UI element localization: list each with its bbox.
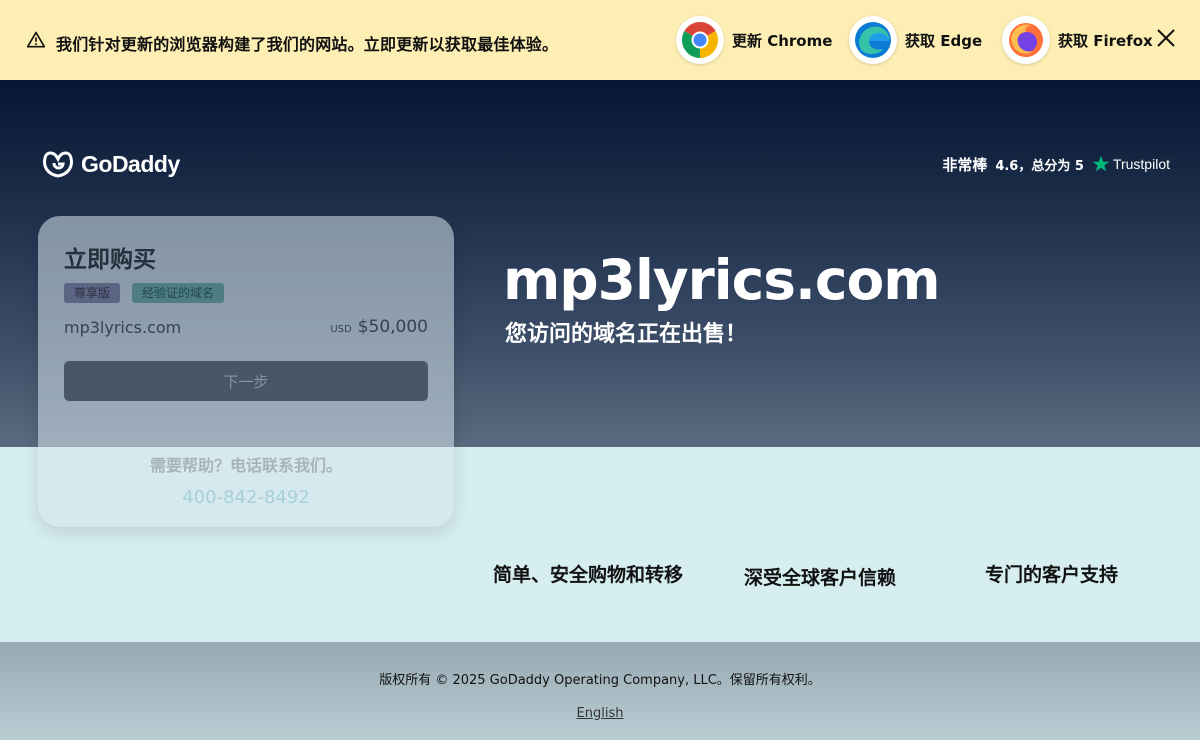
copyright-text: 版权所有 © 2025 GoDaddy Operating Company, L… [379,673,821,688]
banner-message: 我们针对更新的浏览器构建了我们的网站。立即更新以获取最佳体验。 [56,35,559,54]
domain-for-sale-subtitle: 您访问的域名正在出售！ [505,322,748,347]
close-icon[interactable] [1156,28,1176,48]
rating-score: 4.6，总分为 5 [995,158,1084,174]
card-price: USD $50,000 [330,317,428,337]
feature-secure-purchase: 简单、安全购物和转移 [493,564,684,586]
logo-text: GoDaddy [81,150,180,177]
rating-word: 非常棒 [942,155,988,174]
godaddy-logo-icon [43,151,73,178]
edge-icon [849,16,897,64]
trustpilot-star-icon [1092,155,1110,172]
domain-title: mp3lyrics.com [503,248,941,312]
firefox-icon [1002,16,1050,64]
trustpilot-rating[interactable]: 非常棒 4.6，总分为 5 Trustpilot [942,152,1170,176]
premium-badge: 尊享版 [64,283,121,303]
phone-number-link[interactable]: 400-842-8492 [38,487,454,508]
godaddy-logo[interactable]: GoDaddy [41,149,180,179]
card-domain-name: mp3lyrics.com [64,318,182,337]
next-step-button[interactable]: 下一步 [64,361,428,401]
update-chrome-label: 更新 Chrome [732,31,833,50]
verified-domain-badge: 经验证的域名 [132,283,225,303]
buy-now-card: 立即购买 尊享版 经验证的域名 mp3lyrics.com USD $50,00… [38,216,454,527]
get-firefox-label: 获取 Firefox [1058,31,1153,50]
browser-update-banner: 我们针对更新的浏览器构建了我们的网站。立即更新以获取最佳体验。 更新 Chrom… [0,0,1200,80]
get-edge-label: 获取 Edge [905,31,983,50]
update-chrome-link[interactable]: 更新 Chrome [676,16,832,64]
feature-customer-support: 专门的客户支持 [985,564,1119,586]
help-text: 需要帮助？电话联系我们。 [149,456,342,475]
feature-trusted-worldwide: 深受全球客户信赖 [744,567,897,589]
language-link[interactable]: English [0,706,1200,721]
price-currency: USD [330,324,352,335]
chrome-icon [676,16,724,64]
warning-icon [26,31,46,48]
card-title: 立即购买 [64,247,156,273]
price-amount: $50,000 [357,317,428,337]
trustpilot-brand: Trustpilot [1112,156,1170,172]
get-firefox-link[interactable]: 获取 Firefox [1002,16,1153,64]
get-edge-link[interactable]: 获取 Edge [849,16,982,64]
footer: 版权所有 © 2025 GoDaddy Operating Company, L… [0,642,1200,740]
